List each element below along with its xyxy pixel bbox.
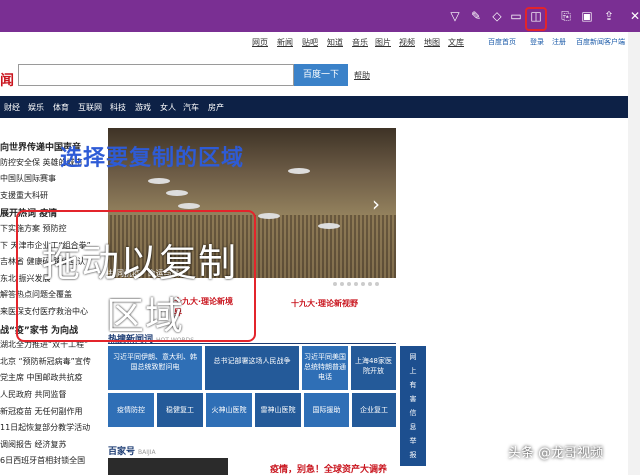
hot-tile[interactable]: 国际援助: [304, 393, 349, 427]
category-link[interactable]: 游戏: [135, 102, 151, 113]
banner-char: 信: [409, 409, 417, 417]
bird-shape: [258, 213, 280, 219]
tile-label: 疫情防控: [117, 406, 145, 414]
nav-link[interactable]: 网页: [252, 37, 268, 48]
clip-icon[interactable]: ◫: [527, 7, 545, 25]
search-input[interactable]: [18, 64, 294, 86]
sidebar-news-item[interactable]: 新冠疫苗 无任何副作用: [0, 406, 83, 417]
drag-hint-line1: 拖动以复制: [42, 241, 238, 285]
tile-label: 总书记部署这场人民战争: [213, 357, 291, 365]
section-title: 百家号: [108, 447, 136, 457]
search-button[interactable]: 百度一下: [294, 64, 348, 86]
category-link[interactable]: 互联网: [78, 102, 102, 113]
hot-tile[interactable]: 稳健复工: [157, 393, 203, 427]
bird-shape: [318, 223, 340, 229]
pen-icon[interactable]: ✎: [467, 7, 485, 25]
home-link[interactable]: 百度首页: [488, 37, 516, 47]
banner-char: 网: [409, 353, 417, 361]
tile-label: 习近平同伊朗、意大利、韩国总统致慰问电: [113, 353, 197, 371]
hot-tile[interactable]: 火神山医院: [206, 393, 252, 427]
slide-dots: [330, 271, 379, 290]
bottom-headline[interactable]: 疫情，别急！全球资产大调养: [270, 462, 387, 475]
banner-char: 报: [409, 451, 417, 459]
drag-hint-line2: 区域: [106, 294, 185, 338]
bird-shape: [178, 203, 200, 209]
sidebar-news-item[interactable]: 11日起恢复部分教学活动: [0, 422, 90, 433]
edge-note-toolbar: ▽ ✎ ◇ ▭ ◫ ⎘ ▣ ⇪ ✕: [0, 0, 640, 32]
category-link[interactable]: 女人: [160, 102, 176, 113]
sidebar-news-item[interactable]: 支援重大科研: [0, 190, 48, 201]
hot-tile[interactable]: 企业复工: [352, 393, 396, 427]
category-link[interactable]: 汽车: [183, 102, 199, 113]
tile-label: 国际援助: [312, 406, 341, 414]
hot-tile[interactable]: 习近平同美国总统特朗普通电话: [302, 346, 348, 390]
nav-link[interactable]: 贴吧: [302, 37, 318, 48]
hot-tile[interactable]: 总书记部署这场人民战争: [205, 346, 299, 390]
banner-char: 有: [409, 381, 417, 389]
hot-tile[interactable]: 上海48家医院开放: [351, 346, 396, 390]
tile-label: 稳健复工: [166, 406, 194, 414]
theory-banner-right[interactable]: 十九大·理论新视野: [265, 292, 395, 314]
help-link[interactable]: 帮助: [354, 70, 370, 81]
nav-link[interactable]: 新闻: [277, 37, 293, 48]
tile-label: 火神山医院: [211, 406, 247, 414]
bird-shape: [288, 168, 310, 174]
sidebar-news-item[interactable]: 党主席 中国邮政共抗疫: [0, 372, 83, 383]
register-link[interactable]: 注册: [552, 37, 566, 47]
account-links: 百度首页 登录 注册 百度新闻客户端: [488, 35, 638, 49]
tile-label: 上海48家医院开放: [355, 357, 392, 375]
nav-link[interactable]: 视频: [399, 37, 415, 48]
nav-link[interactable]: 图片: [375, 37, 391, 48]
banner-char: 举: [409, 437, 417, 445]
save-icon[interactable]: ▣: [578, 7, 596, 25]
category-link[interactable]: 财经: [4, 102, 20, 113]
tile-label: 企业复工: [360, 406, 388, 414]
scrollbar[interactable]: [628, 32, 640, 475]
nav-link[interactable]: 文库: [448, 37, 464, 48]
section-title-baijia: 百家号 BAIJIA: [108, 444, 156, 457]
section-subtitle: BAIJIA: [138, 449, 156, 456]
sidebar-news-item[interactable]: 人民政府 共同监督: [0, 389, 67, 400]
nav-link[interactable]: 音乐: [352, 37, 368, 48]
sidebar-news-item[interactable]: 调阅报告 经济复苏: [0, 439, 67, 450]
bird-shape: [166, 190, 188, 196]
banner-char: 害: [409, 395, 417, 403]
hot-tile[interactable]: 雷神山医院: [255, 393, 301, 427]
watermark: 头条 @龙哥视频: [508, 446, 604, 461]
nav-link[interactable]: 地图: [424, 37, 440, 48]
eraser-icon[interactable]: ◇: [488, 7, 506, 25]
report-banner[interactable]: 网上有害信息举报: [400, 346, 426, 466]
section-divider: [108, 343, 396, 344]
next-slide-icon[interactable]: ›: [372, 192, 380, 216]
nav-link[interactable]: 知道: [327, 37, 343, 48]
category-link[interactable]: 科技: [110, 102, 126, 113]
sidebar-news-item[interactable]: 6日西班牙首相封锁全国: [0, 455, 85, 466]
close-icon[interactable]: ✕: [626, 7, 640, 25]
select-region-hint: 选择要复制的区域: [60, 146, 245, 171]
hot-tile[interactable]: 疫情防控: [108, 393, 154, 427]
category-link[interactable]: 娱乐: [28, 102, 44, 113]
login-link[interactable]: 登录: [530, 37, 544, 47]
app-link[interactable]: 百度新闻客户端: [576, 37, 625, 47]
banner-char: 息: [409, 423, 417, 431]
sidebar-news-item[interactable]: 北京 “预防新冠病毒”宣传: [0, 356, 91, 367]
copy-icon[interactable]: ⎘: [557, 7, 575, 25]
filter-icon[interactable]: ▽: [446, 7, 464, 25]
tile-label: 习近平同美国总统特朗普通电话: [304, 353, 346, 381]
category-link[interactable]: 体育: [53, 102, 69, 113]
share-icon[interactable]: ⇪: [600, 7, 618, 25]
bird-shape: [148, 178, 170, 184]
hot-tile[interactable]: 习近平同伊朗、意大利、韩国总统致慰问电: [108, 346, 202, 390]
logo: 闻: [0, 73, 14, 89]
sidebar-news-item[interactable]: 中国队国际赛事: [0, 173, 56, 184]
category-bar: 财经 娱乐 体育 互联网 科技 游戏 女人 汽车 房产: [0, 96, 640, 118]
comment-icon[interactable]: ▭: [507, 7, 525, 25]
news-thumbnail[interactable]: [108, 458, 228, 475]
banner-char: 上: [409, 367, 417, 375]
category-link[interactable]: 房产: [208, 102, 224, 113]
banner-label: 十九大·理论新视野: [291, 299, 359, 308]
tile-label: 雷神山医院: [260, 406, 296, 414]
